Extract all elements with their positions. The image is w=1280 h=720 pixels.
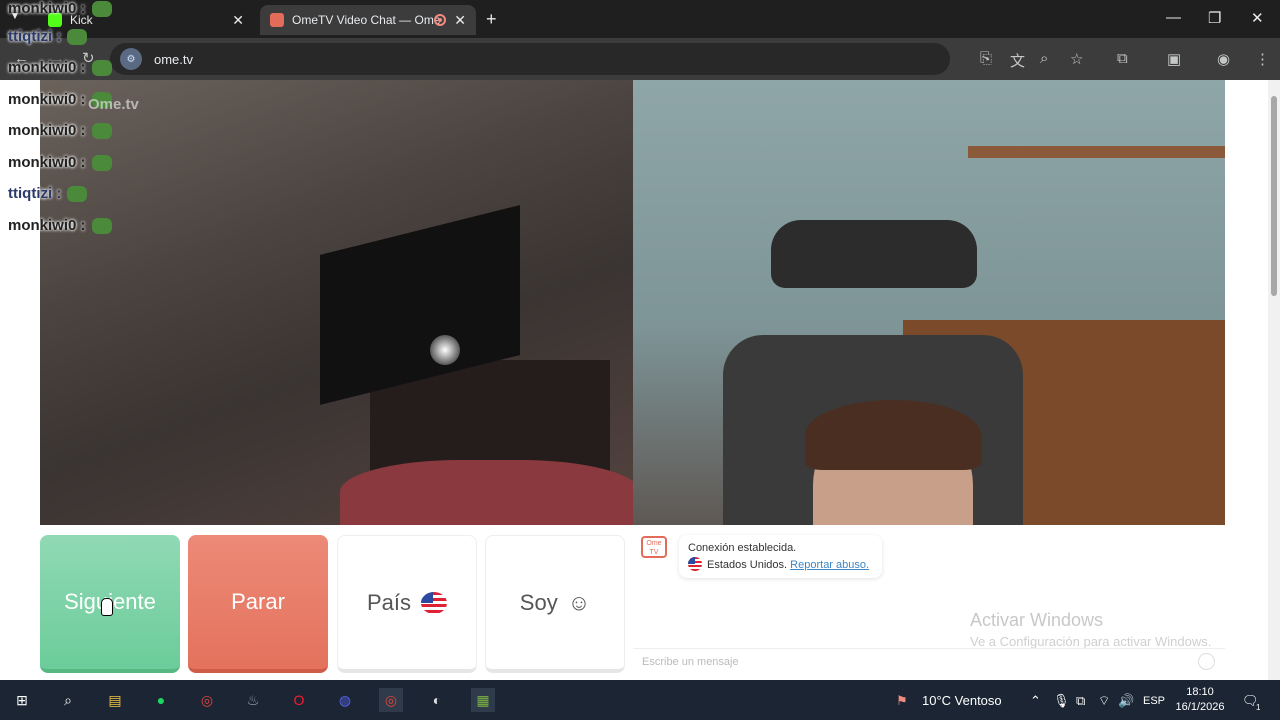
tab-title: OmeTV Video Chat — Ome [292, 13, 441, 27]
address-bar[interactable]: ⚙ ome.tv [110, 43, 950, 75]
scrollbar-thumb[interactable] [1271, 96, 1277, 296]
stream-chat-line: ttiqtizi : [8, 185, 88, 202]
message-input[interactable]: Escribe un mensaje [633, 648, 1225, 674]
pepe-emote-icon [91, 217, 112, 234]
activate-windows-subtitle: Ve a Configuración para activar Windows. [970, 634, 1212, 649]
pepe-emote-icon [91, 59, 112, 76]
connection-status: Conexión establecida. [688, 542, 797, 554]
obs-icon[interactable]: ◐ [425, 688, 449, 712]
file-explorer-icon[interactable]: ▤ [103, 688, 127, 712]
windows-taskbar [0, 680, 1280, 720]
streamer-hair [805, 400, 981, 470]
self-video [633, 80, 1225, 525]
tab-ometv[interactable]: OmeTV Video Chat — Ome ✕ [260, 5, 476, 35]
report-abuse-link[interactable]: Reportar abuso. [790, 559, 869, 571]
stream-chat-line: monkiwi0 : [8, 122, 112, 139]
url-text: ome.tv [154, 51, 194, 67]
weather-alert-icon[interactable]: ⚑ [896, 693, 908, 709]
close-window-icon[interactable]: ✕ [1251, 9, 1264, 27]
language-indicator[interactable]: ESP [1143, 695, 1165, 707]
mouse-cursor [101, 598, 113, 616]
partner-country: Estados Unidos. [707, 559, 788, 571]
clock-time: 18:10 [1186, 686, 1214, 698]
wall-shelf [968, 146, 1225, 158]
light-reflection [430, 335, 460, 365]
media-icon[interactable]: ▣ [1167, 50, 1181, 68]
pepe-emote-icon [67, 28, 88, 45]
us-flag-icon [421, 591, 448, 614]
discord-icon[interactable]: ◍ [333, 688, 357, 712]
opera-gx-icon[interactable]: O [287, 688, 311, 712]
emoji-icon[interactable] [1198, 653, 1215, 670]
wifi-icon[interactable]: ⌔ [1098, 693, 1110, 709]
menu-icon[interactable]: ⋮ [1255, 50, 1270, 68]
tray-overflow-icon[interactable]: ⌃ [1030, 693, 1041, 709]
ometv-icon [270, 13, 284, 27]
stop-button[interactable]: Parar [188, 535, 328, 673]
browser-tab-strip: ▼ Kick ✕ OmeTV Video Chat — Ome ✕ + — ❐ … [0, 0, 1280, 38]
pepe-emote-icon [67, 185, 88, 202]
spotify-icon[interactable]: ● [149, 688, 173, 712]
profile-avatar[interactable]: ◉ [1217, 50, 1230, 68]
notification-count: 1 [1256, 703, 1261, 712]
boy-avatar-icon: ☺ [567, 589, 591, 615]
ometv-chat-logo: Ome TV [641, 536, 667, 558]
extensions-icon[interactable]: ⧉ [1117, 50, 1128, 67]
page-scrollbar[interactable] [1268, 80, 1280, 680]
close-tab-icon[interactable]: ✕ [454, 12, 466, 29]
close-tab-icon[interactable]: ✕ [232, 12, 244, 29]
stream-chat-line: monkiwi0 : [8, 217, 112, 234]
stranger-video [40, 80, 633, 525]
ometv-watermark-logo: Ome.tv [88, 96, 139, 113]
install-app-icon[interactable]: ⎘ [980, 50, 992, 67]
network-icon[interactable]: ⧉ [1076, 693, 1085, 709]
bookmark-star-icon[interactable]: ☆ [1070, 50, 1083, 68]
chrome-active-icon[interactable]: ◎ [379, 688, 403, 712]
country-button[interactable]: País [337, 535, 477, 673]
system-message: Conexión establecida. Estados Unidos. Re… [679, 535, 882, 578]
minimize-icon[interactable]: — [1166, 9, 1181, 26]
activate-windows-title: Activar Windows [970, 610, 1104, 630]
system-clock[interactable]: 18:10 16/1/2026 [1172, 685, 1228, 715]
minecraft-icon[interactable]: ▦ [471, 688, 495, 712]
us-flag-icon [688, 557, 702, 571]
new-tab-button[interactable]: + [486, 9, 497, 30]
volume-icon[interactable]: 🔊 [1118, 693, 1134, 709]
clock-date: 16/1/2026 [1175, 701, 1225, 713]
pepe-emote-icon [91, 0, 112, 17]
blanket [340, 460, 633, 525]
chair-headrest [771, 220, 977, 288]
pepe-emote-icon [91, 122, 112, 139]
stream-chat-line: monkiwi0 : [8, 59, 112, 76]
zoom-icon[interactable]: ⌕ [1040, 50, 1048, 67]
site-info-icon[interactable]: ⚙ [120, 48, 142, 70]
windows-start-icon[interactable]: ⊞ [10, 688, 34, 712]
weather-text[interactable]: 10°C Ventoso [922, 693, 1002, 708]
gender-button[interactable]: Soy ☺ [485, 535, 625, 673]
recording-icon [434, 14, 446, 26]
translate-icon[interactable]: 文 [1010, 50, 1025, 71]
stream-chat-line: monkiwi0 : [8, 0, 112, 17]
steam-icon[interactable]: ♨ [241, 688, 265, 712]
pepe-emote-icon [91, 154, 112, 171]
chrome-icon[interactable]: ◎ [195, 688, 219, 712]
search-icon[interactable]: ⌕ [56, 688, 80, 712]
stream-chat-line: monkiwi0 : [8, 154, 112, 171]
browser-toolbar: ← → ↻ ⚙ ome.tv [0, 38, 1280, 80]
restore-icon[interactable]: ❐ [1208, 9, 1221, 27]
microphone-icon[interactable]: 🎙 [1053, 693, 1070, 709]
stream-chat-line: ttiqtizi : [8, 28, 88, 45]
